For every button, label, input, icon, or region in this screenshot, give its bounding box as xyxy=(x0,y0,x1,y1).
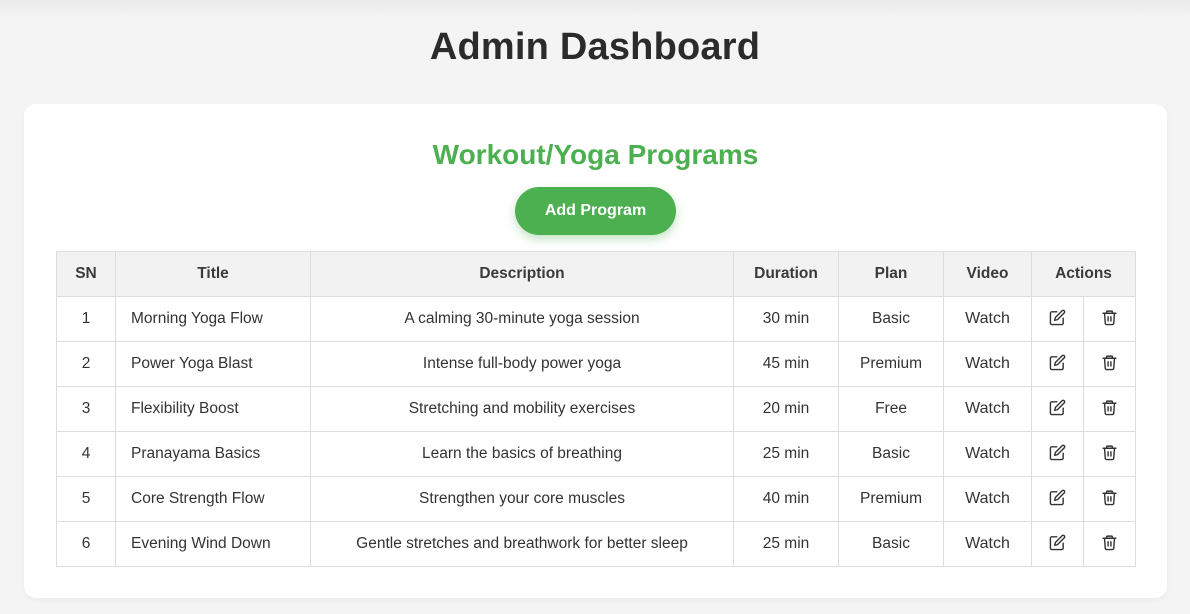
cell-description: Stretching and mobility exercises xyxy=(310,386,734,432)
cell-plan: Basic xyxy=(838,296,944,342)
cell-duration: 20 min xyxy=(733,386,839,432)
cell-duration: 25 min xyxy=(733,431,839,477)
header-actions: Actions xyxy=(1031,251,1136,297)
edit-icon[interactable] xyxy=(1048,487,1068,507)
cell-title: Core Strength Flow xyxy=(115,476,311,522)
cell-sn: 2 xyxy=(56,341,116,387)
cell-duration: 30 min xyxy=(733,296,839,342)
watch-video-link[interactable]: Watch xyxy=(965,445,1010,462)
cell-title: Pranayama Basics xyxy=(115,431,311,477)
cell-edit xyxy=(1031,341,1084,387)
cell-description: A calming 30-minute yoga session xyxy=(310,296,734,342)
cell-title: Flexibility Boost xyxy=(115,386,311,432)
edit-icon[interactable] xyxy=(1048,397,1068,417)
cell-video: Watch xyxy=(943,341,1032,387)
edit-icon[interactable] xyxy=(1048,352,1068,372)
cell-duration: 45 min xyxy=(733,341,839,387)
cell-plan: Basic xyxy=(838,521,944,567)
watch-video-link[interactable]: Watch xyxy=(965,310,1010,327)
table-row: 4 Pranayama Basics Learn the basics of bre… xyxy=(56,431,1136,477)
cell-video: Watch xyxy=(943,431,1032,477)
table-body: 1 Morning Yoga Flow A calming 30-minute yo… xyxy=(56,296,1136,567)
edit-icon[interactable] xyxy=(1048,307,1068,327)
table-header-row: SN Title Description Duration Plan Video… xyxy=(56,251,1136,297)
edit-icon[interactable] xyxy=(1048,532,1068,552)
header-duration: Duration xyxy=(733,251,839,297)
cell-video: Watch xyxy=(943,521,1032,567)
cell-description: Gentle stretches and breathwork for bett… xyxy=(310,521,734,567)
edit-icon[interactable] xyxy=(1048,442,1068,462)
cell-delete xyxy=(1083,431,1136,477)
cell-description: Intense full-body power yoga xyxy=(310,341,734,387)
cell-video: Watch xyxy=(943,386,1032,432)
add-program-button[interactable]: Add Program xyxy=(515,187,676,235)
table-row: 6 Evening Wind Down Gentle stretches and b… xyxy=(56,521,1136,567)
table-row: 3 Flexibility Boost Stretching and mobilit… xyxy=(56,386,1136,432)
trash-icon[interactable] xyxy=(1100,307,1120,327)
cell-edit xyxy=(1031,296,1084,342)
cell-video: Watch xyxy=(943,296,1032,342)
cell-delete xyxy=(1083,521,1136,567)
watch-video-link[interactable]: Watch xyxy=(965,400,1010,417)
table-row: 2 Power Yoga Blast Intense full-body power… xyxy=(56,341,1136,387)
cell-sn: 5 xyxy=(56,476,116,522)
cell-description: Learn the basics of breathing xyxy=(310,431,734,477)
cell-edit xyxy=(1031,521,1084,567)
cell-description: Strengthen your core muscles xyxy=(310,476,734,522)
header-sn: SN xyxy=(56,251,116,297)
cell-sn: 1 xyxy=(56,296,116,342)
cell-duration: 25 min xyxy=(733,521,839,567)
page-title: Admin Dashboard xyxy=(429,26,761,68)
cell-delete xyxy=(1083,386,1136,432)
cell-sn: 3 xyxy=(56,386,116,432)
programs-table: SN Title Description Duration Plan Video… xyxy=(56,251,1136,567)
header-video: Video xyxy=(943,251,1032,297)
header-description: Description xyxy=(310,251,734,297)
table-row: 1 Morning Yoga Flow A calming 30-minute yo… xyxy=(56,296,1136,342)
trash-icon[interactable] xyxy=(1100,397,1120,417)
top-shade xyxy=(0,0,1190,18)
cell-edit xyxy=(1031,386,1084,432)
cell-plan: Premium xyxy=(838,476,944,522)
cell-duration: 40 min xyxy=(733,476,839,522)
table-row: 5 Core Strength Flow Strengthen your core … xyxy=(56,476,1136,522)
cell-plan: Premium xyxy=(838,341,944,387)
cell-delete xyxy=(1083,296,1136,342)
cell-delete xyxy=(1083,476,1136,522)
trash-icon[interactable] xyxy=(1100,532,1120,552)
cell-plan: Basic xyxy=(838,431,944,477)
cell-title: Power Yoga Blast xyxy=(115,341,311,387)
watch-video-link[interactable]: Watch xyxy=(965,535,1010,552)
cell-sn: 4 xyxy=(56,431,116,477)
cell-edit xyxy=(1031,476,1084,522)
watch-video-link[interactable]: Watch xyxy=(965,490,1010,507)
cell-edit xyxy=(1031,431,1084,477)
section-title: Workout/Yoga Programs xyxy=(432,139,759,170)
trash-icon[interactable] xyxy=(1100,487,1120,507)
trash-icon[interactable] xyxy=(1100,442,1120,462)
cell-delete xyxy=(1083,341,1136,387)
header-plan: Plan xyxy=(838,251,944,297)
cell-title: Morning Yoga Flow xyxy=(115,296,311,342)
cell-title: Evening Wind Down xyxy=(115,521,311,567)
cell-video: Watch xyxy=(943,476,1032,522)
trash-icon[interactable] xyxy=(1100,352,1120,372)
header-title: Title xyxy=(115,251,311,297)
watch-video-link[interactable]: Watch xyxy=(965,355,1010,372)
programs-card: Workout/Yoga Programs Add Program SN Tit… xyxy=(24,104,1167,598)
cell-sn: 6 xyxy=(56,521,116,567)
cell-plan: Free xyxy=(838,386,944,432)
